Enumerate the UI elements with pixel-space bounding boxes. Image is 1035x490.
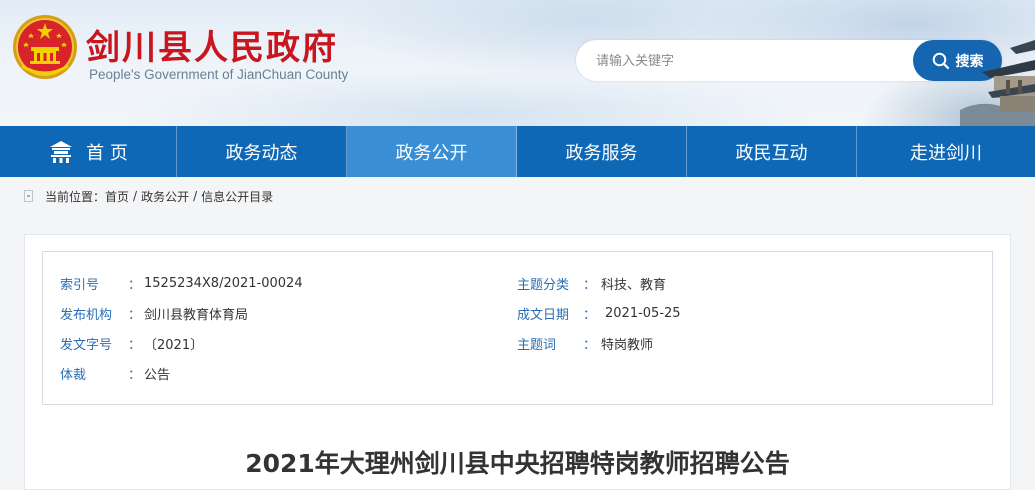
meta-label: 体裁 — [60, 367, 87, 383]
breadcrumb-link-home[interactable]: 首页 — [105, 188, 129, 205]
nav-item-label: 走进剑川 — [910, 142, 982, 164]
nav-item-interaction[interactable]: 政民互动 — [687, 126, 857, 177]
meta-value-index: 1525234X8/2021-00024 — [144, 275, 303, 291]
home-icon — [50, 140, 73, 163]
meta-row-topic: 主题分类 ： 科技、教育 — [517, 274, 667, 293]
nav-item-about[interactable]: 走进剑川 — [857, 126, 1035, 177]
breadcrumb-prefix: 当前位置： — [45, 189, 106, 204]
meta-label: 发布机构 — [60, 307, 113, 323]
site-subtitle: People's Government of JianChuan County — [89, 67, 349, 82]
breadcrumb-separator: / — [193, 189, 198, 203]
nav-item-open-government[interactable]: 政务公开 — [347, 126, 517, 177]
nav-item-news[interactable]: 政务动态 — [177, 126, 347, 177]
meta-label: 索引号 — [60, 277, 100, 293]
meta-label: 成文日期 — [517, 307, 570, 323]
site-title: 剑川县人民政府 — [86, 28, 338, 68]
meta-label: 发文字号 — [60, 337, 113, 353]
meta-colon: ： — [128, 367, 142, 383]
breadcrumb-separator: / — [133, 189, 138, 203]
meta-value-docno: 〔2021〕 — [144, 337, 204, 353]
breadcrumb-link-catalog[interactable]: 信息公开目录 — [201, 188, 273, 205]
meta-row-genre: 体裁 ： 公告 — [60, 364, 171, 383]
national-emblem-icon[interactable] — [12, 14, 78, 80]
meta-value-genre: 公告 — [144, 367, 171, 383]
meta-colon: ： — [583, 277, 597, 293]
breadcrumb: 当前位置： 首页 / 政务公开 / 信息公开目录 — [24, 188, 273, 204]
meta-label: 主题分类 — [517, 277, 570, 293]
main-nav: 首 页 政务动态 政务公开 政务服务 政民互动 走进剑川 — [0, 126, 1035, 177]
search-icon — [932, 52, 949, 69]
article-title: 2021年大理州剑川县中央招聘特岗教师招聘公告 — [245, 449, 790, 478]
meta-colon: ： — [128, 277, 142, 293]
nav-item-services[interactable]: 政务服务 — [517, 126, 687, 177]
search-input[interactable] — [596, 50, 896, 72]
meta-row-keyword: 主题词 ： 特岗教师 — [517, 334, 654, 353]
meta-value-publisher: 剑川县教育体育局 — [144, 307, 249, 323]
meta-colon: ： — [128, 307, 142, 323]
meta-row-publisher: 发布机构 ： 剑川县教育体育局 — [60, 304, 249, 323]
nav-item-label: 首 页 — [86, 142, 128, 164]
meta-value-topic: 科技、教育 — [601, 277, 667, 293]
meta-colon: ： — [583, 307, 597, 323]
nav-item-home[interactable]: 首 页 — [0, 126, 177, 177]
meta-row-index: 索引号 ： 1525234X8/2021-00024 — [60, 274, 303, 293]
site-header: 剑川县人民政府 People's Government of JianChuan… — [0, 0, 1035, 126]
meta-value-keyword: 特岗教师 — [601, 337, 654, 353]
breadcrumb-link-open-government[interactable]: 政务公开 — [141, 188, 189, 205]
pagoda-illustration — [960, 40, 1035, 126]
meta-row-docno: 发文字号 ： 〔2021〕 — [60, 334, 204, 353]
meta-colon: ： — [583, 337, 597, 353]
meta-value-date: 2021-05-25 — [605, 305, 681, 321]
nav-item-label: 政务动态 — [225, 142, 298, 164]
nav-item-label: 政民互动 — [735, 142, 808, 164]
meta-row-date: 成文日期 ： 2021-05-25 — [517, 304, 681, 323]
breadcrumb-marker-icon — [24, 190, 33, 202]
meta-colon: ： — [128, 337, 142, 353]
nav-item-label: 政务公开 — [395, 142, 468, 164]
nav-item-label: 政务服务 — [565, 142, 638, 164]
meta-label: 主题词 — [517, 337, 557, 353]
search-box: 搜索 — [576, 40, 1002, 81]
